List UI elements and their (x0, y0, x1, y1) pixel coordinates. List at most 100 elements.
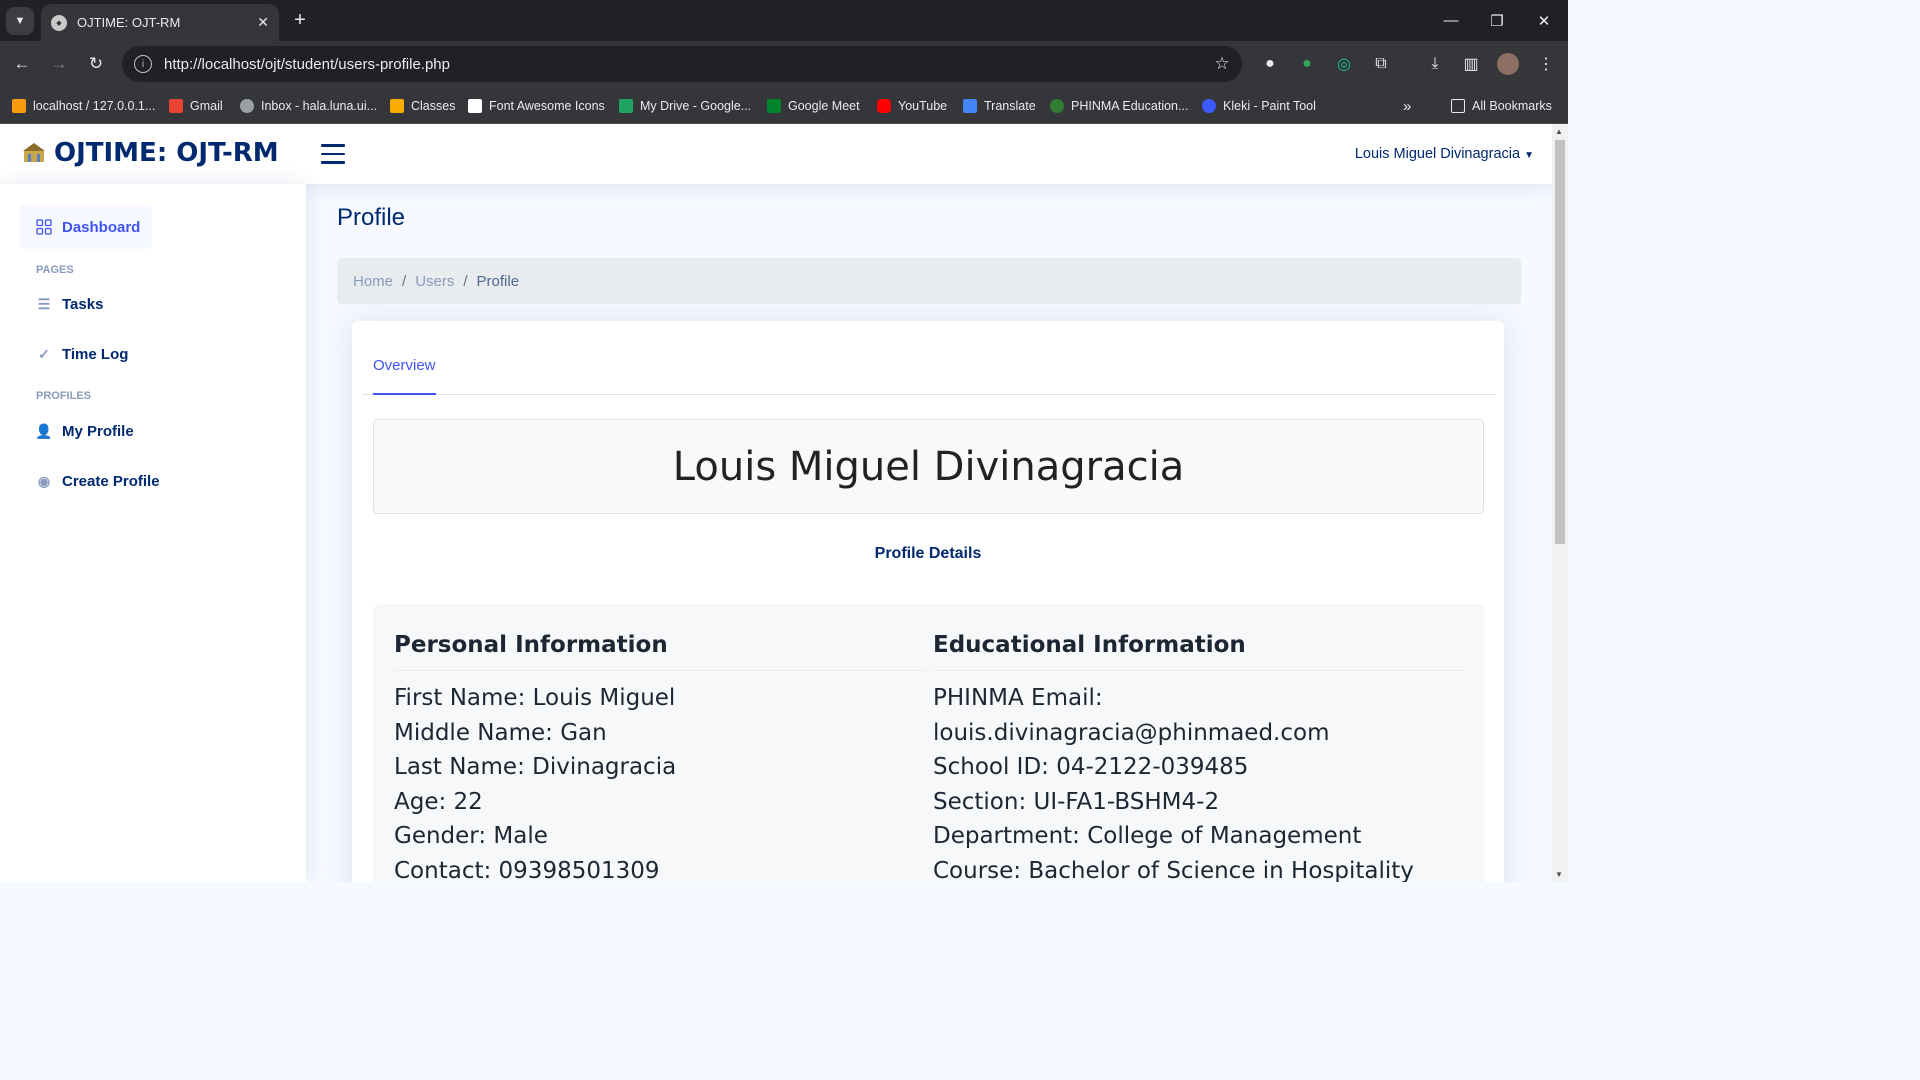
sidebar-item-create-profile[interactable]: ◉ Create Profile (20, 459, 160, 503)
personal-information-heading: Personal Information (394, 632, 924, 671)
profile-details-link[interactable]: Profile Details (352, 545, 1504, 563)
first-name-line: First Name: Louis Miguel (394, 685, 676, 711)
extension-android-icon[interactable]: ● (1296, 53, 1318, 75)
bookmark-inbox[interactable]: Inbox - hala.luna.ui... (240, 95, 377, 117)
page-scrollbar[interactable]: ▲ ▼ (1552, 124, 1568, 882)
tab-overview[interactable]: Overview (373, 349, 436, 395)
educational-information-heading: Educational Information (933, 632, 1463, 671)
educational-information-section: Educational Information PHINMA Email: lo… (933, 632, 1463, 882)
gender-line: Gender: Male (394, 823, 548, 849)
downloads-icon[interactable]: ⤓ (1424, 53, 1446, 75)
flag-icon (468, 99, 482, 113)
extensions-puzzle-icon[interactable]: ⧉ (1370, 53, 1392, 75)
breadcrumb-separator: / (463, 272, 468, 290)
bookmark-phinma[interactable]: PHINMA Education... (1050, 95, 1188, 117)
personal-information-section: Personal Information First Name: Louis M… (394, 632, 924, 882)
bookmark-localhost[interactable]: localhost / 127.0.0.1... (12, 95, 155, 117)
minimize-window-button[interactable]: — (1428, 0, 1474, 41)
web-page: OJTIME: OJT-RM Louis Miguel Divinagracia… (0, 124, 1552, 882)
phinma-icon (1050, 99, 1064, 113)
last-name-line: Last Name: Divinagracia (394, 754, 677, 780)
bookmarks-bar: localhost / 127.0.0.1... Gmail Inbox - h… (0, 88, 1568, 124)
breadcrumb-home[interactable]: Home (353, 273, 393, 290)
profile-details-panel: Personal Information First Name: Louis M… (373, 604, 1484, 882)
back-button[interactable]: ← (9, 51, 35, 77)
logo-text: OJTIME: OJT-RM (54, 138, 279, 168)
site-info-icon[interactable]: i (134, 55, 152, 73)
forward-button[interactable]: → (46, 51, 72, 77)
department-line: Department: College of Management (933, 823, 1362, 849)
breadcrumb-users[interactable]: Users (415, 273, 454, 290)
profile-full-name: Louis Miguel Divinagracia (672, 443, 1185, 490)
tab-close-icon[interactable]: ✕ (257, 14, 269, 31)
profile-tabs: Overview (362, 321, 1496, 395)
reload-button[interactable]: ↻ (83, 51, 109, 77)
extension-icon[interactable]: ● (1259, 53, 1281, 75)
side-panel-icon[interactable]: ▥ (1460, 53, 1482, 75)
bookmark-classes[interactable]: Classes (390, 95, 455, 117)
bookmark-font-awesome[interactable]: Font Awesome Icons (468, 95, 605, 117)
user-dropdown[interactable]: Louis Miguel Divinagracia ▼ (1355, 146, 1534, 162)
breadcrumb-current: Profile (476, 272, 520, 290)
grid-icon (36, 219, 52, 235)
age-line: Age: 22 (394, 788, 483, 815)
caret-down-icon: ▼ (1524, 150, 1534, 161)
contact-line: Contact: 09398501309 (394, 857, 660, 883)
more-bookmarks-chevron-icon[interactable]: » (1403, 95, 1411, 117)
list-icon: ☰ (37, 295, 51, 312)
browser-tab-strip: ▼ ◆ OJTIME: OJT-RM ✕ + — ❐ ✕ (0, 0, 1568, 41)
breadcrumb-separator: / (402, 272, 407, 290)
globe-icon (240, 99, 254, 113)
phinma-email-label: PHINMA Email: (933, 685, 1103, 711)
bookmark-my-drive[interactable]: My Drive - Google... (619, 95, 751, 117)
sidebar-label-tasks: Tasks (62, 295, 104, 313)
address-url[interactable]: http://localhost/ojt/student/users-profi… (164, 56, 1202, 73)
bookmark-kleki[interactable]: Kleki - Paint Tool (1202, 95, 1316, 117)
bookmark-translate[interactable]: Translate (963, 95, 1036, 117)
bookmark-gmail[interactable]: Gmail (169, 95, 223, 117)
sidebar-item-my-profile[interactable]: 👤 My Profile (20, 409, 134, 453)
profile-avatar-icon[interactable] (1497, 53, 1519, 75)
bookmark-star-icon[interactable]: ☆ (1202, 54, 1242, 74)
person-circle-icon: ◉ (37, 472, 51, 489)
sidebar: Dashboard PAGES ☰ Tasks ✓ Time Log PROFI… (0, 184, 306, 882)
browser-menu-icon[interactable]: ⋮ (1535, 53, 1557, 75)
sidebar-item-tasks[interactable]: ☰ Tasks (20, 282, 104, 326)
site-logo[interactable]: OJTIME: OJT-RM (22, 138, 279, 168)
new-tab-button[interactable]: + (288, 8, 312, 32)
sidebar-toggle-menu-icon[interactable] (321, 144, 345, 164)
sidebar-item-time-log[interactable]: ✓ Time Log (20, 332, 128, 376)
restore-window-button[interactable]: ❐ (1474, 0, 1520, 41)
address-bar[interactable]: i http://localhost/ojt/student/users-pro… (122, 46, 1242, 82)
grammarly-icon[interactable]: ◎ (1333, 53, 1355, 75)
classroom-icon (390, 99, 404, 113)
profile-card: Overview Louis Miguel Divinagracia Profi… (352, 321, 1504, 882)
sidebar-heading-pages: PAGES (36, 264, 74, 276)
person-badge-icon: 👤 (35, 422, 53, 439)
breadcrumb: Home / Users / Profile (337, 258, 1521, 304)
browser-tab-active[interactable]: ◆ OJTIME: OJT-RM ✕ (41, 4, 279, 41)
scroll-down-arrow-icon[interactable]: ▼ (1555, 870, 1563, 879)
sidebar-heading-profiles: PROFILES (36, 390, 92, 402)
scrollbar-thumb[interactable] (1555, 140, 1565, 544)
tab-search-button[interactable]: ▼ (6, 7, 34, 35)
sidebar-label-my-profile: My Profile (62, 422, 134, 440)
sidebar-label-time-log: Time Log (62, 345, 129, 363)
all-bookmarks-button[interactable]: All Bookmarks (1451, 95, 1552, 117)
school-id-line: School ID: 04-2122-039485 (933, 754, 1249, 780)
phpmyadmin-icon (12, 99, 26, 113)
bookmark-google-meet[interactable]: Google Meet (767, 95, 860, 117)
profile-name-box: Louis Miguel Divinagracia (373, 419, 1484, 514)
close-window-button[interactable]: ✕ (1521, 0, 1567, 41)
page-title: Profile (337, 204, 406, 231)
site-favicon-icon: ◆ (51, 14, 67, 31)
kleki-icon (1202, 99, 1216, 113)
bookmark-youtube[interactable]: YouTube (877, 95, 947, 117)
scroll-up-arrow-icon[interactable]: ▲ (1555, 127, 1563, 136)
sidebar-label-create-profile: Create Profile (62, 472, 160, 490)
sidebar-item-dashboard[interactable]: Dashboard (20, 205, 152, 249)
logo-icon (23, 143, 45, 162)
folder-icon (1451, 99, 1465, 113)
sidebar-label-dashboard: Dashboard (62, 218, 141, 236)
check-circle-icon: ✓ (38, 345, 50, 362)
